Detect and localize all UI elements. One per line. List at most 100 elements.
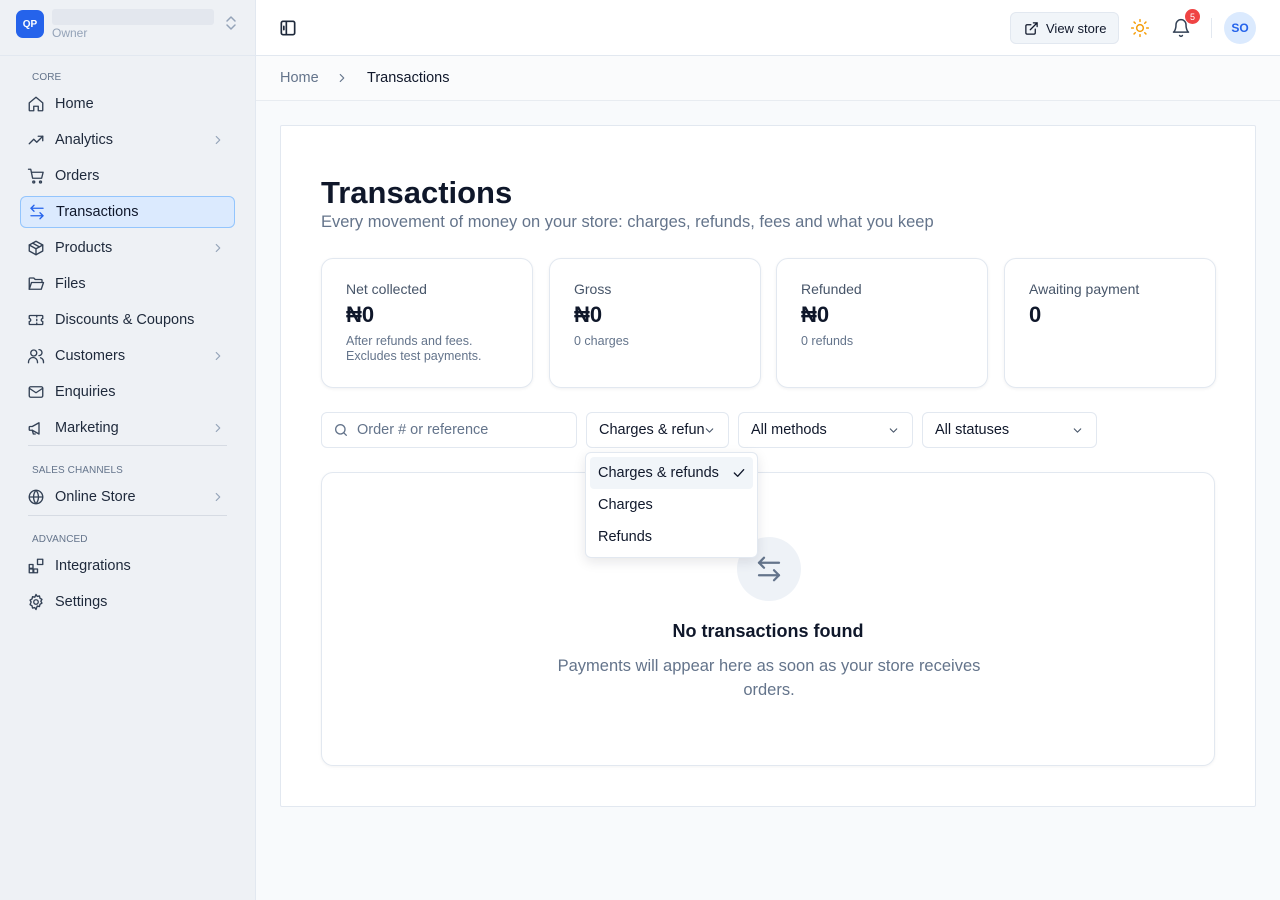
type-filter-select[interactable]: Charges & refunds xyxy=(586,412,729,448)
stat-value: ₦0 xyxy=(346,302,375,327)
sidebar-item-label: Enquiries xyxy=(55,384,116,400)
sidebar-item-settings[interactable]: Settings xyxy=(20,586,235,618)
empty-state-title: No transactions found xyxy=(672,621,864,641)
dropdown-option-label: Charges & refunds xyxy=(598,465,719,481)
box-icon xyxy=(27,239,45,257)
check-icon xyxy=(731,465,747,481)
sidebar-item-discounts[interactable]: Discounts & Coupons xyxy=(20,304,235,336)
sidebar-item-transactions[interactable]: Transactions xyxy=(20,196,235,228)
sidebar-item-analytics[interactable]: Analytics xyxy=(20,124,235,156)
arrows-left-right-icon xyxy=(28,203,46,221)
chevron-down-icon xyxy=(887,424,900,437)
trending-up-icon xyxy=(27,131,45,149)
sun-icon[interactable] xyxy=(1130,18,1150,38)
avatar[interactable]: SO xyxy=(1224,12,1256,44)
sidebar-item-files[interactable]: Files xyxy=(20,268,235,300)
sidebar-item-home[interactable]: Home xyxy=(20,88,235,120)
stat-note: 0 charges xyxy=(574,334,629,348)
sidebar-item-label: Transactions xyxy=(56,204,139,220)
header-divider xyxy=(1211,18,1212,38)
globe-icon xyxy=(27,488,45,506)
users-icon xyxy=(27,347,45,365)
stat-label: Net collected xyxy=(346,281,427,297)
sidebar-item-label: Orders xyxy=(55,168,100,184)
stat-label: Awaiting payment xyxy=(1029,281,1140,297)
transactions-panel: Transactions Every movement of money on … xyxy=(280,125,1256,807)
sidebar-item-label: Home xyxy=(55,96,94,112)
sidebar-item-customers[interactable]: Customers xyxy=(20,340,235,372)
megaphone-icon xyxy=(27,419,45,437)
type-filter-value: Charges & refunds xyxy=(599,422,705,438)
sidebar-item-label: Files xyxy=(55,276,86,292)
search-input[interactable] xyxy=(357,422,576,438)
chevron-right-icon xyxy=(211,241,225,255)
sidebar-item-online-store[interactable]: Online Store xyxy=(20,481,235,513)
status-filter-select[interactable]: All statuses xyxy=(922,412,1097,448)
dropdown-option-refunds[interactable]: Refunds xyxy=(590,521,753,553)
folder-icon xyxy=(27,275,45,293)
store-switcher[interactable]: QP Owner xyxy=(16,9,240,45)
stat-value: ₦0 xyxy=(801,302,830,327)
search-field[interactable] xyxy=(321,412,577,448)
sidebar: QP Owner CORE Home Analytics Orders Tran… xyxy=(0,0,256,900)
sidebar-item-orders[interactable]: Orders xyxy=(20,160,235,192)
sidebar-item-label: Discounts & Coupons xyxy=(55,312,195,328)
stat-note: 0 refunds xyxy=(801,334,854,348)
sidebar-item-label: Integrations xyxy=(55,558,131,574)
cart-icon xyxy=(27,167,45,185)
chevrons-up-down-icon xyxy=(224,15,238,31)
dropdown-option-charges[interactable]: Charges xyxy=(590,489,753,521)
external-link-icon xyxy=(1024,21,1039,36)
store-role: Owner xyxy=(52,26,88,40)
chevron-right-icon xyxy=(211,349,225,363)
sidebar-item-products[interactable]: Products xyxy=(20,232,235,264)
stat-value: ₦0 xyxy=(574,302,603,327)
sidebar-item-label: Products xyxy=(55,240,113,256)
method-filter-value: All methods xyxy=(751,422,827,438)
sidebar-divider xyxy=(28,445,227,446)
store-name xyxy=(52,9,214,25)
type-filter-dropdown: Charges & refunds Charges Refunds xyxy=(585,452,758,558)
stat-label: Gross xyxy=(574,281,612,297)
stat-value: 0 xyxy=(1029,302,1042,327)
stat-card-awaiting-payment: Awaiting payment 0 xyxy=(1004,258,1216,388)
dropdown-option-label: Charges xyxy=(598,497,653,513)
section-label-core: CORE xyxy=(32,72,62,83)
dropdown-option-charges-and-refunds[interactable]: Charges & refunds xyxy=(590,457,753,489)
sidebar-item-label: Customers xyxy=(55,348,126,364)
blocks-icon xyxy=(27,557,45,575)
section-label-sales-channels: SALES CHANNELS xyxy=(32,465,123,476)
sidebar-divider xyxy=(28,515,227,516)
top-bar: View store 5 SO xyxy=(256,0,1280,56)
breadcrumb: Home Transactions xyxy=(256,56,1280,101)
stat-card-refunded: Refunded ₦0 0 refunds xyxy=(776,258,988,388)
stat-card-gross: Gross ₦0 0 charges xyxy=(549,258,761,388)
sidebar-item-marketing[interactable]: Marketing xyxy=(20,412,235,444)
sidebar-item-label: Online Store xyxy=(55,489,136,505)
sidebar-divider xyxy=(0,55,255,56)
page-subtitle: Every movement of money on your store: c… xyxy=(321,213,934,231)
stat-label: Refunded xyxy=(801,281,862,297)
chevron-right-icon xyxy=(211,421,225,435)
sidebar-item-label: Settings xyxy=(55,594,108,610)
view-store-label: View store xyxy=(1046,20,1107,36)
stat-note: After refunds and fees. xyxy=(346,334,473,348)
method-filter-select[interactable]: All methods xyxy=(738,412,913,448)
stat-note: Excludes test payments. xyxy=(346,349,482,363)
stat-card-net-collected: Net collected ₦0 After refunds and fees.… xyxy=(321,258,533,388)
breadcrumb-current: Transactions xyxy=(367,70,450,86)
sidebar-item-integrations[interactable]: Integrations xyxy=(20,550,235,582)
search-icon xyxy=(333,422,349,438)
gear-icon xyxy=(27,593,45,611)
section-label-advanced: ADVANCED xyxy=(32,534,88,545)
empty-state: No transactions found Payments will appe… xyxy=(321,472,1215,766)
chevron-down-icon xyxy=(703,424,716,437)
store-logo: QP xyxy=(16,10,44,38)
sidebar-toggle-icon[interactable] xyxy=(278,18,298,38)
chevron-right-icon xyxy=(211,133,225,147)
empty-state-description: Payments will appear here as soon as you… xyxy=(557,657,981,699)
sidebar-item-enquiries[interactable]: Enquiries xyxy=(20,376,235,408)
breadcrumb-home-link[interactable]: Home xyxy=(280,70,319,86)
view-store-button[interactable]: View store xyxy=(1010,12,1119,44)
status-filter-value: All statuses xyxy=(935,422,1010,438)
